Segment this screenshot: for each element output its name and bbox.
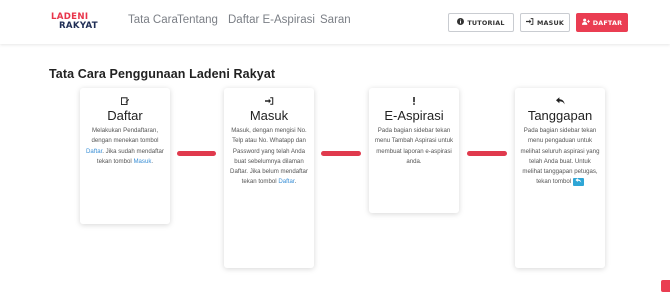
nav-link-daftar-e-aspirasi[interactable]: Daftar E-Aspirasi [228, 14, 315, 26]
scroll-top-button[interactable] [661, 280, 670, 292]
masuk-link[interactable]: Masuk [133, 158, 151, 165]
sign-in-icon [224, 97, 314, 108]
step-text: . [294, 178, 297, 186]
step-connector [467, 151, 507, 156]
reply-icon [515, 97, 605, 108]
nav-link-tentang[interactable]: Tentang [177, 14, 218, 26]
step-connector [177, 151, 216, 156]
step-description: Melakukan Pendaftaran, dengan menekan to… [84, 126, 166, 167]
step-description: Pada bagian sidebar tekan menu pengaduan… [519, 126, 601, 188]
step-text: Melakukan Pendaftaran, dengan menekan to… [91, 127, 159, 145]
info-circle-icon [457, 18, 465, 27]
daftar-button[interactable]: DAFTAR [576, 13, 628, 32]
top-navbar: LADENI RAKYAT Tata Cara Tentang Daftar E… [0, 0, 670, 44]
step-connector [321, 151, 361, 156]
step-card-e-aspirasi: E-Aspirasi Pada bagian sidebar tekan men… [369, 88, 459, 213]
step-card-tanggapan: Tanggapan Pada bagian sidebar tekan menu… [515, 88, 605, 268]
step-text: Masuk, dengan mengisi No. Telp atau No. … [230, 127, 308, 186]
brand-line-2: RAKYAT [59, 21, 98, 31]
step-title: Tanggapan [527, 108, 593, 123]
brand-logo[interactable]: LADENI RAKYAT [51, 11, 109, 35]
tutorial-button[interactable]: TUTORIAL [448, 13, 514, 32]
tanggapan-reply-button[interactable] [572, 177, 584, 186]
tutorial-button-label: TUTORIAL [467, 18, 505, 27]
user-plus-icon [581, 18, 590, 27]
nav-link-tata-cara[interactable]: Tata Cara [128, 14, 178, 26]
daftar-button-label: DAFTAR [592, 18, 623, 27]
masuk-button[interactable]: MASUK [520, 13, 570, 32]
nav-link-saran[interactable]: Saran [320, 14, 351, 26]
daftar-link[interactable]: Daftar [278, 178, 294, 185]
exclamation-icon [369, 97, 459, 108]
register-icon [80, 97, 170, 108]
page-title: Tata Cara Penggunaan Ladeni Rakyat [49, 67, 276, 81]
masuk-button-label: MASUK [536, 18, 565, 27]
step-title: Masuk [249, 108, 289, 123]
step-text: . Jika sudah mendaftar tekan tombol [96, 147, 164, 165]
sign-in-icon [525, 18, 534, 27]
step-text: . [151, 157, 154, 165]
step-description: Pada bagian sidebar tekan menu Tambah As… [374, 127, 454, 165]
step-card-masuk: Masuk Masuk, dengan mengisi No. Telp ata… [224, 88, 314, 268]
step-card-daftar: Daftar Melakukan Pendaftaran, dengan men… [80, 88, 170, 224]
step-description: Masuk, dengan mengisi No. Telp atau No. … [228, 126, 310, 188]
daftar-link[interactable]: Daftar [86, 148, 102, 155]
step-title: Daftar [107, 108, 143, 123]
step-title: E-Aspirasi [384, 108, 444, 123]
step-text: Pada bagian sidebar tekan menu pengaduan… [520, 127, 600, 186]
